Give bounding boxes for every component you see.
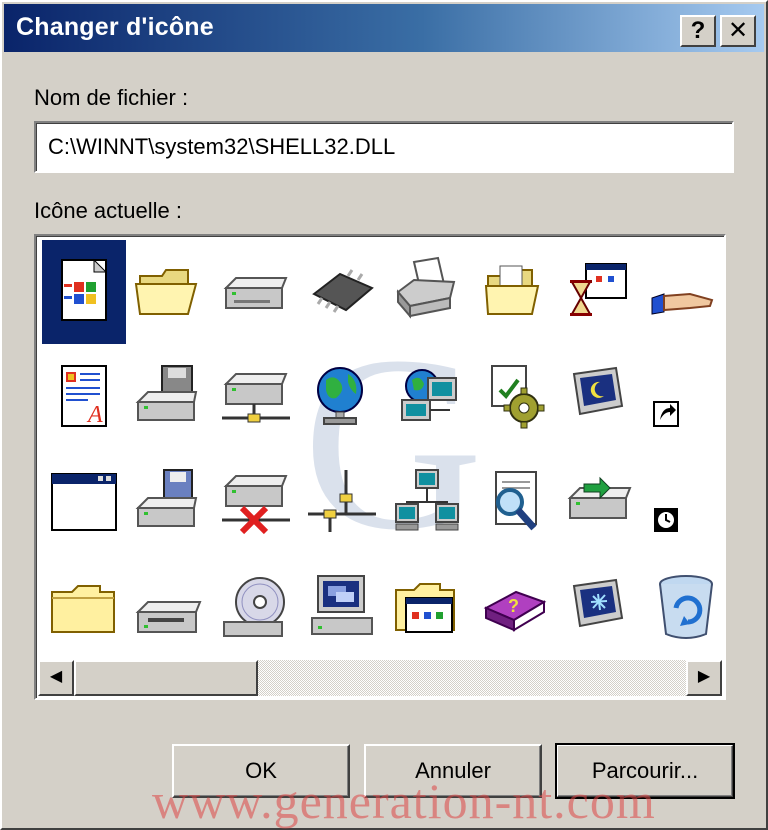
cd-rom-icon	[223, 577, 285, 637]
scroll-right-button[interactable]: ▶	[686, 660, 722, 696]
scroll-thumb[interactable]	[74, 660, 258, 696]
clock-overlay-icon	[654, 508, 678, 532]
document-a-icon: A	[61, 365, 107, 428]
icon-cell[interactable]	[386, 558, 470, 662]
icon-cell[interactable]	[42, 240, 126, 344]
icon-cell[interactable]	[472, 346, 556, 450]
icon-cell[interactable]	[558, 240, 642, 344]
window-hourglass-icon	[570, 263, 627, 316]
current-icon-label: Icône actuelle :	[34, 198, 182, 223]
filename-label: Nom de fichier :	[34, 85, 189, 110]
ok-button[interactable]: OK	[172, 744, 350, 798]
windows-document-icon	[61, 258, 108, 321]
icon-cell[interactable]	[214, 240, 298, 344]
help-book-icon: ?	[483, 590, 547, 632]
icon-cell[interactable]: A	[42, 346, 126, 450]
folder-closed-icon	[51, 585, 115, 633]
globe-icon	[317, 367, 363, 425]
icon-cell[interactable]	[300, 558, 384, 662]
settings-gear-icon	[491, 365, 545, 429]
drive-disk-icon	[135, 365, 198, 421]
printer-icon	[396, 256, 456, 319]
window-title: Changer d'icône	[16, 13, 214, 41]
computer-icon	[311, 575, 373, 635]
title-bar[interactable]: Changer d'icône ? ✕	[4, 4, 764, 52]
help-button[interactable]: ?	[680, 15, 716, 47]
icon-cell[interactable]	[214, 452, 298, 556]
icon-cell[interactable]	[128, 452, 212, 556]
monitor-moon-icon	[572, 366, 624, 416]
folder-open-icon	[134, 269, 198, 315]
icon-cell[interactable]	[128, 346, 212, 450]
icon-cell[interactable]	[300, 452, 384, 556]
icon-cell[interactable]	[300, 346, 384, 450]
icon-cell[interactable]	[558, 558, 642, 662]
network-drive-icon	[222, 373, 290, 423]
icon-cell[interactable]	[214, 346, 298, 450]
icon-cell[interactable]	[472, 240, 556, 344]
network-globe-icon	[401, 369, 457, 421]
network-cable-icon	[308, 470, 376, 532]
icon-cell[interactable]	[42, 452, 126, 556]
icon-cell[interactable]	[386, 240, 470, 344]
icon-cell[interactable]	[644, 240, 724, 344]
icon-cell[interactable]	[42, 558, 126, 662]
network-computers-icon	[395, 469, 459, 531]
icon-cell[interactable]	[644, 452, 724, 556]
scroll-left-button[interactable]: ◀	[38, 660, 74, 696]
chip-icon	[312, 269, 374, 313]
icon-cell[interactable]	[386, 452, 470, 556]
window-icon	[51, 473, 117, 531]
folder-documents-icon	[484, 265, 540, 315]
icon-listbox[interactable]: G A? ◀ ▶	[34, 234, 726, 700]
icon-cell[interactable]	[128, 240, 212, 344]
icon-cell[interactable]	[558, 452, 642, 556]
close-button[interactable]: ✕	[720, 15, 756, 47]
icon-cell[interactable]	[214, 558, 298, 662]
icon-cell[interactable]	[644, 558, 724, 662]
floppy-drive-icon	[135, 469, 198, 527]
icon-cell[interactable]	[644, 346, 724, 450]
sharing-hand-icon	[651, 292, 714, 315]
svg-text:A: A	[86, 402, 103, 428]
disconnected-drive-icon	[222, 475, 290, 535]
icon-cell[interactable]	[558, 346, 642, 450]
cd-drive-icon	[135, 601, 202, 633]
icon-cell[interactable]	[472, 452, 556, 556]
monitor-snow-icon	[572, 578, 624, 628]
shortcut-arrow-icon	[653, 401, 679, 427]
drive-arrow-icon	[567, 476, 632, 519]
svg-text:?: ?	[508, 596, 519, 616]
folder-window-icon	[395, 583, 455, 633]
filename-input[interactable]: C:\WINNT\system32\SHELL32.DLL	[34, 121, 734, 173]
find-document-icon	[495, 471, 537, 531]
icon-cell[interactable]	[128, 558, 212, 662]
change-icon-dialog: Changer d'icône ? ✕ Nom de fichier : C:\…	[0, 0, 768, 830]
icon-cell[interactable]	[300, 240, 384, 344]
cancel-button[interactable]: Annuler	[364, 744, 542, 798]
browse-button[interactable]: Parcourir...	[555, 743, 735, 799]
horizontal-scrollbar[interactable]: ◀ ▶	[38, 660, 722, 696]
drive-icon	[223, 277, 288, 309]
icon-grid: A?	[42, 240, 722, 660]
icon-cell[interactable]: ?	[472, 558, 556, 662]
recycle-bin-icon	[659, 575, 713, 639]
icon-cell[interactable]	[386, 346, 470, 450]
